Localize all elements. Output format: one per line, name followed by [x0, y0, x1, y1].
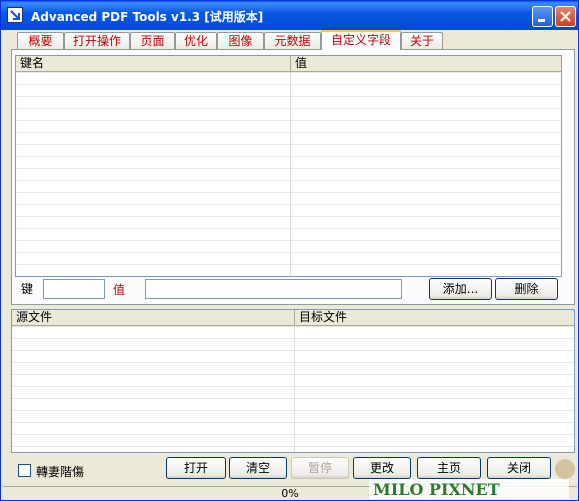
column-target-file[interactable]: 目标文件: [295, 310, 574, 326]
close-window-button[interactable]: [555, 6, 576, 27]
column-divider: [290, 72, 291, 276]
value-input[interactable]: [145, 279, 402, 299]
minimize-button[interactable]: [532, 6, 553, 27]
files-list[interactable]: 源文件 目标文件: [11, 309, 575, 453]
column-key-name[interactable]: 键名: [16, 56, 291, 72]
column-value[interactable]: 值: [291, 56, 561, 72]
value-label: 值: [113, 283, 126, 297]
column-source-file[interactable]: 源文件: [12, 310, 295, 326]
key-label: 键: [21, 282, 34, 296]
tab-pages[interactable]: 页面: [130, 32, 175, 49]
title-bar[interactable]: Advanced PDF Tools v1.3 [试用版本]: [1, 1, 578, 30]
option-checkbox-label: 轉妻階傷: [36, 465, 85, 479]
custom-fields-list[interactable]: 键名 值: [15, 55, 562, 277]
key-input[interactable]: [43, 279, 105, 299]
delete-button[interactable]: 删除: [495, 278, 558, 300]
column-divider: [294, 326, 295, 452]
list-rows: [12, 326, 574, 452]
tab-optimize[interactable]: 优化: [175, 32, 217, 49]
tab-metadata[interactable]: 元数据: [264, 32, 321, 49]
tab-overview[interactable]: 概要: [17, 32, 64, 49]
tab-images[interactable]: 图像: [217, 32, 264, 49]
watermark-logo: MILO PIXNET: [369, 459, 575, 499]
app-icon[interactable]: [7, 7, 23, 23]
list-rows: [16, 72, 561, 276]
tab-about[interactable]: 关于: [401, 32, 443, 49]
pause-button[interactable]: 暂停: [291, 457, 349, 479]
tab-custom-fields[interactable]: 自定义字段: [321, 30, 401, 50]
tab-open-actions[interactable]: 打开操作: [64, 32, 130, 49]
open-button[interactable]: 打开: [166, 457, 226, 479]
window-title: Advanced PDF Tools v1.3 [试用版本]: [31, 10, 264, 24]
add-button[interactable]: 添加...: [429, 278, 492, 300]
option-checkbox[interactable]: [18, 464, 31, 477]
app-window: Advanced PDF Tools v1.3 [试用版本] 概要 打开操作 页…: [0, 0, 579, 501]
watermark-text: MILO PIXNET: [373, 480, 500, 499]
clear-button[interactable]: 清空: [229, 457, 287, 479]
